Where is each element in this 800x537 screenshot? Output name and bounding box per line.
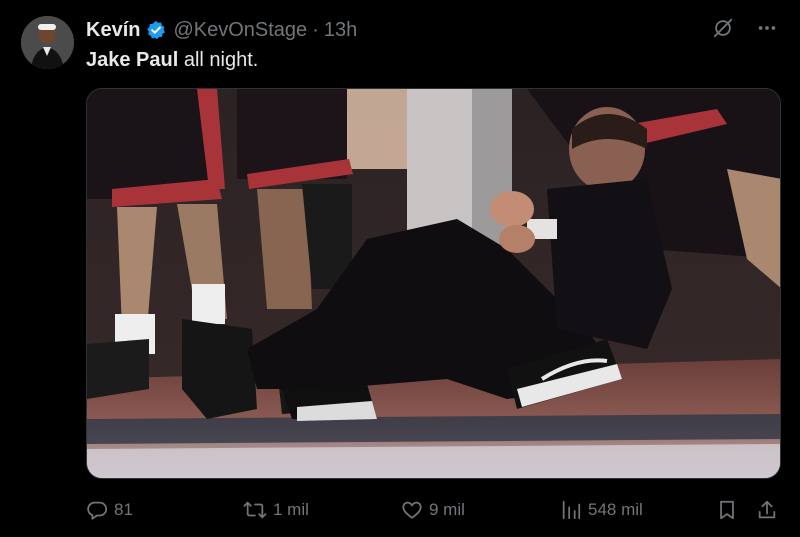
tweet-text-bold: Jake Paul — [86, 49, 179, 71]
grok-icon[interactable] — [712, 17, 734, 44]
photo-image — [87, 89, 780, 478]
action-bar: 81 1 mil 9 mil 548 mil — [86, 496, 778, 524]
repost-count: 1 mil — [273, 500, 309, 519]
reply-icon — [87, 501, 108, 520]
reply-count: 81 — [114, 500, 133, 519]
bookmark-icon — [720, 500, 734, 520]
separator: · — [312, 18, 319, 41]
bookmark-button[interactable] — [716, 496, 738, 524]
views-button[interactable]: 548 mil — [560, 496, 643, 524]
profile-photo — [21, 16, 74, 69]
repost-button[interactable]: 1 mil — [243, 496, 309, 524]
heart-icon — [402, 501, 422, 519]
views-icon — [562, 500, 581, 520]
tweet-text: Jake Paul all night. — [86, 47, 258, 73]
avatar[interactable] — [21, 16, 74, 69]
views-count: 548 mil — [588, 500, 643, 519]
like-button[interactable]: 9 mil — [401, 496, 465, 524]
tweet-photo[interactable] — [86, 88, 781, 479]
timestamp[interactable]: 13h — [324, 19, 357, 42]
more-icon[interactable] — [756, 17, 778, 44]
top-actions — [712, 17, 778, 43]
like-count: 9 mil — [429, 500, 465, 519]
share-icon — [758, 500, 776, 519]
display-name[interactable]: Kevín — [86, 19, 140, 42]
verified-badge-icon — [146, 20, 166, 40]
repost-icon — [243, 501, 267, 519]
tweet-text-rest: all night. — [178, 49, 259, 71]
handle[interactable]: @KevOnStage — [173, 19, 307, 42]
reply-button[interactable]: 81 — [86, 496, 133, 524]
tweet-header: Kevín @KevOnStage · 13h — [86, 17, 357, 43]
share-button[interactable] — [756, 496, 778, 524]
